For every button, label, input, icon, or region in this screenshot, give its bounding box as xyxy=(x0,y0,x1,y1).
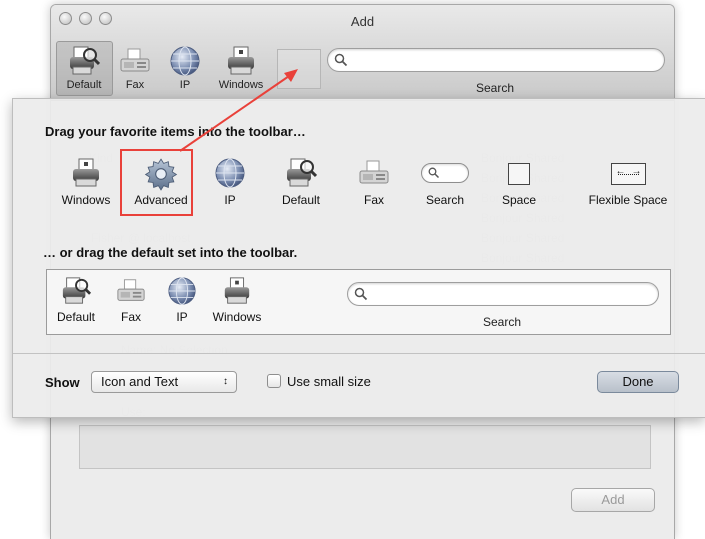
callout-arrow xyxy=(179,69,298,152)
